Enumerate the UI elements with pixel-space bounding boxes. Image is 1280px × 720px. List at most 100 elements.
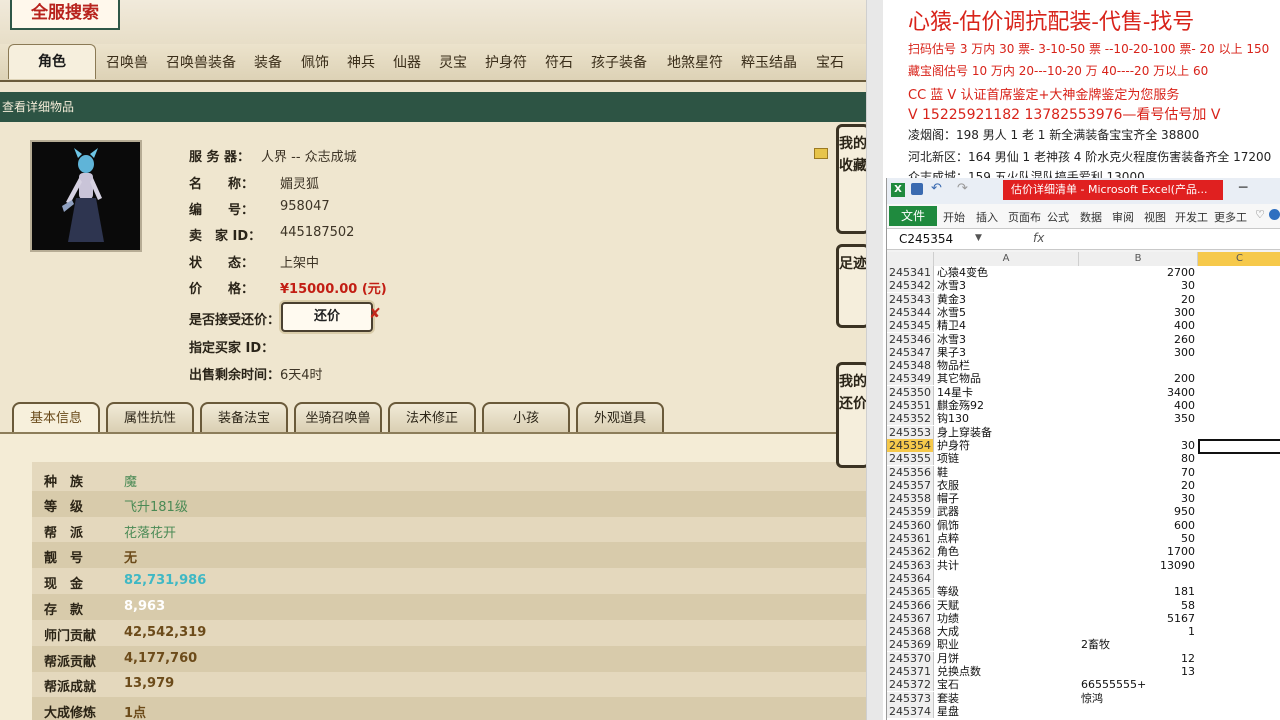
cell-b[interactable]: 50 — [1081, 532, 1195, 545]
row-number[interactable]: 245356 — [887, 465, 934, 479]
column-header-b[interactable]: B — [1079, 252, 1198, 266]
subtab-mount-summon[interactable]: 坐骑召唤兽 — [294, 402, 382, 436]
cell-a[interactable]: 兑换点数 — [937, 665, 1079, 678]
cell-b[interactable]: 70 — [1081, 466, 1195, 479]
select-all-corner[interactable] — [887, 252, 934, 266]
cell-b[interactable]: 惊鸿 — [1081, 692, 1195, 705]
table-row[interactable]: 245367 功绩 5167 — [887, 611, 1280, 625]
file-tab[interactable]: 文件 — [889, 206, 937, 226]
tab-equipment[interactable]: 装备 — [254, 52, 282, 72]
my-favorites-button[interactable]: 我的收藏 — [836, 124, 868, 234]
tab-summon-equip[interactable]: 召唤兽装备 — [166, 52, 236, 72]
cell-a[interactable]: 项链 — [937, 452, 1079, 465]
footprint-button[interactable]: 足迹 — [836, 244, 868, 328]
cell-a[interactable]: 精卫4 — [937, 319, 1079, 332]
ribbon-tab-insert[interactable]: 插入 — [976, 209, 998, 225]
undo-icon[interactable]: ↶ — [931, 181, 942, 196]
row-number[interactable]: 245374 — [887, 704, 934, 718]
table-row[interactable]: 245365 等级 181 — [887, 585, 1280, 599]
subtab-child[interactable]: 小孩 — [482, 402, 570, 436]
cell-a[interactable]: 护身符 — [937, 439, 1079, 452]
row-number[interactable]: 245343 — [887, 292, 934, 306]
ribbon-tab-home[interactable]: 开始 — [943, 209, 965, 225]
cell-a[interactable]: 14星卡 — [937, 386, 1079, 399]
tab-rune-stone[interactable]: 符石 — [545, 52, 573, 72]
row-number[interactable]: 245367 — [887, 611, 934, 625]
row-number[interactable]: 245342 — [887, 279, 934, 293]
table-row[interactable]: 245343 黄金3 20 — [887, 292, 1280, 306]
column-header-a[interactable]: A — [934, 252, 1079, 266]
cell-b[interactable]: 12 — [1081, 652, 1195, 665]
cell-b[interactable]: 1700 — [1081, 545, 1195, 558]
cell-b[interactable]: 200 — [1081, 372, 1195, 385]
row-number[interactable]: 245373 — [887, 691, 934, 705]
cell-b[interactable]: 400 — [1081, 399, 1195, 412]
cell-b[interactable]: 300 — [1081, 346, 1195, 359]
tab-star-rune[interactable]: 地煞星符 — [667, 52, 723, 72]
row-number[interactable]: 245344 — [887, 305, 934, 319]
row-number[interactable]: 245353 — [887, 425, 934, 439]
cell-b[interactable]: 58 — [1081, 599, 1195, 612]
cell-a[interactable]: 心猿4变色 — [937, 266, 1079, 279]
row-number[interactable]: 245366 — [887, 598, 934, 612]
tab-gem[interactable]: 宝石 — [816, 52, 844, 72]
cell-a[interactable]: 麒金殇92 — [937, 399, 1079, 412]
cell-a[interactable]: 职业 — [937, 638, 1079, 651]
cell-a[interactable]: 大成 — [937, 625, 1079, 638]
row-number[interactable]: 245345 — [887, 319, 934, 333]
cell-a[interactable]: 黄金3 — [937, 293, 1079, 306]
table-row[interactable]: 245364 — [887, 571, 1280, 585]
cell-a[interactable]: 角色 — [937, 545, 1079, 558]
table-row[interactable]: 245366 天赋 58 — [887, 598, 1280, 612]
row-number[interactable]: 245369 — [887, 638, 934, 652]
table-row[interactable]: 245357 衣服 20 — [887, 478, 1280, 492]
cell-b[interactable]: 13090 — [1081, 559, 1195, 572]
row-number[interactable]: 245358 — [887, 492, 934, 506]
tab-divine-weapon[interactable]: 神兵 — [347, 52, 375, 72]
row-number[interactable]: 245372 — [887, 678, 934, 692]
cell-a[interactable]: 武器 — [937, 505, 1079, 518]
row-number[interactable]: 245360 — [887, 518, 934, 532]
cell-b[interactable]: 181 — [1081, 585, 1195, 598]
cell-a[interactable]: 冰雪3 — [937, 333, 1079, 346]
ribbon-tab-formulas[interactable]: 公式 — [1047, 209, 1069, 225]
table-row[interactable]: 245369 职业 2畜牧 — [887, 638, 1280, 652]
table-row[interactable]: 245346 冰雪3 260 — [887, 332, 1280, 346]
cell-a[interactable]: 星盘 — [937, 705, 1079, 718]
cell-a[interactable]: 鞋 — [937, 466, 1079, 479]
cell-b[interactable]: 13 — [1081, 665, 1195, 678]
cell-b[interactable]: 66555555+ — [1081, 678, 1195, 691]
cell-a[interactable]: 点粹 — [937, 532, 1079, 545]
table-row[interactable]: 245348 物品栏 — [887, 359, 1280, 373]
table-row[interactable]: 245352 钩130 350 — [887, 412, 1280, 426]
table-row[interactable]: 245361 点粹 50 — [887, 532, 1280, 545]
ribbon-tab-view[interactable]: 视图 — [1144, 209, 1166, 225]
row-number[interactable]: 245371 — [887, 665, 934, 678]
table-row[interactable]: 245342 冰雪3 30 — [887, 279, 1280, 293]
row-number[interactable]: 245355 — [887, 452, 934, 466]
row-number[interactable]: 245359 — [887, 505, 934, 519]
cell-a[interactable]: 冰雪3 — [937, 279, 1079, 292]
table-row[interactable]: 245373 套装 惊鸿 — [887, 691, 1280, 705]
row-number[interactable]: 245351 — [887, 399, 934, 412]
table-row[interactable]: 245349 其它物品 200 — [887, 372, 1280, 386]
cell-a[interactable]: 套装 — [937, 692, 1079, 705]
table-row[interactable]: 245351 麒金殇92 400 — [887, 399, 1280, 412]
column-header-c[interactable]: C — [1198, 252, 1280, 266]
table-row[interactable]: 245355 项链 80 — [887, 452, 1280, 466]
table-row[interactable]: 245358 帽子 30 — [887, 492, 1280, 506]
row-number[interactable]: 245361 — [887, 532, 934, 545]
table-row[interactable]: 245371 兑换点数 13 — [887, 665, 1280, 678]
subtab-appearance[interactable]: 外观道具 — [576, 402, 664, 436]
table-row[interactable]: 245347 果子3 300 — [887, 345, 1280, 359]
subtab-basic-info[interactable]: 基本信息 — [12, 402, 100, 436]
table-row[interactable]: 245360 佩饰 600 — [887, 518, 1280, 532]
cell-a[interactable]: 身上穿装备 — [937, 426, 1079, 439]
ribbon-tab-review[interactable]: 审阅 — [1112, 209, 1134, 225]
table-row-selected[interactable]: 245354 护身符 30 — [887, 438, 1280, 454]
ribbon-tab-page-layout[interactable]: 页面布 — [1008, 209, 1041, 225]
table-row[interactable]: 245350 14星卡 3400 — [887, 385, 1280, 399]
subtab-equip-treasure[interactable]: 装备法宝 — [200, 402, 288, 436]
cell-a[interactable]: 物品栏 — [937, 359, 1079, 372]
table-row[interactable]: 245341 心猿4变色 2700 — [887, 266, 1280, 279]
